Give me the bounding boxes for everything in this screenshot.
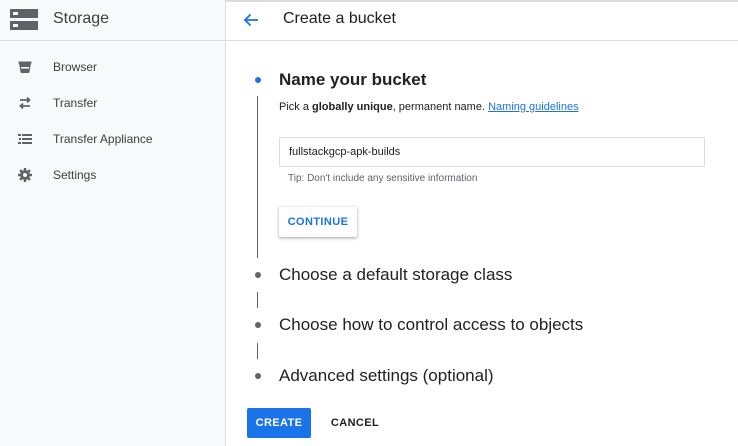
step-title-storage-class[interactable]: Choose a default storage class (279, 265, 512, 285)
bucket-icon (18, 61, 32, 73)
step-connector (257, 343, 258, 359)
step-connector (257, 292, 258, 308)
step-title-access-control[interactable]: Choose how to control access to objects (279, 315, 583, 335)
continue-button[interactable]: CONTINUE (279, 207, 357, 237)
naming-guidelines-link[interactable]: Naming guidelines (488, 101, 579, 113)
sidebar-item-transfer-appliance[interactable]: Transfer Appliance (0, 121, 225, 157)
bucket-name-input[interactable] (279, 137, 705, 167)
sidebar-item-label: Browser (53, 60, 98, 74)
page-title: Create a bucket (283, 10, 396, 27)
step-indicator (255, 272, 261, 278)
transfer-appliance-icon (18, 134, 32, 144)
step-indicator-active (255, 77, 261, 83)
create-button[interactable]: CREATE (247, 408, 311, 438)
step-indicator (255, 322, 261, 328)
sidebar-item-label: Transfer (53, 96, 98, 110)
page-header: Create a bucket (226, 0, 738, 41)
storage-icon (10, 9, 38, 30)
back-arrow-icon[interactable] (240, 9, 262, 31)
step-connector (257, 96, 258, 258)
sidebar-item-label: Transfer Appliance (53, 132, 153, 146)
sidebar-title: Storage (53, 10, 110, 27)
sidebar-item-label: Settings (53, 168, 97, 182)
sidebar-header: Storage (0, 0, 225, 41)
cancel-button[interactable]: CANCEL (323, 408, 387, 438)
desc-bold: globally unique (312, 101, 393, 113)
gear-icon (18, 168, 32, 182)
step-title-advanced-settings[interactable]: Advanced settings (optional) (279, 366, 494, 386)
transfer-arrows-icon (19, 96, 31, 110)
desc-suffix: , permanent name. (392, 101, 486, 113)
sidebar-item-settings[interactable]: Settings (0, 157, 225, 193)
sidebar-item-transfer[interactable]: Transfer (0, 85, 225, 121)
sidebar: Storage Browser Transfer Transfer Applia… (0, 0, 226, 446)
name-description: Pick a globally unique, permanent name. … (279, 101, 579, 113)
desc-prefix: Pick a (279, 101, 313, 113)
sidebar-item-browser[interactable]: Browser (0, 49, 225, 85)
step-indicator (255, 373, 261, 379)
sensitive-info-tip: Tip: Don't include any sensitive informa… (288, 173, 478, 184)
step-title-name-bucket: Name your bucket (279, 70, 427, 89)
main-panel: Create a bucket Name your bucket Pick a … (226, 0, 738, 446)
